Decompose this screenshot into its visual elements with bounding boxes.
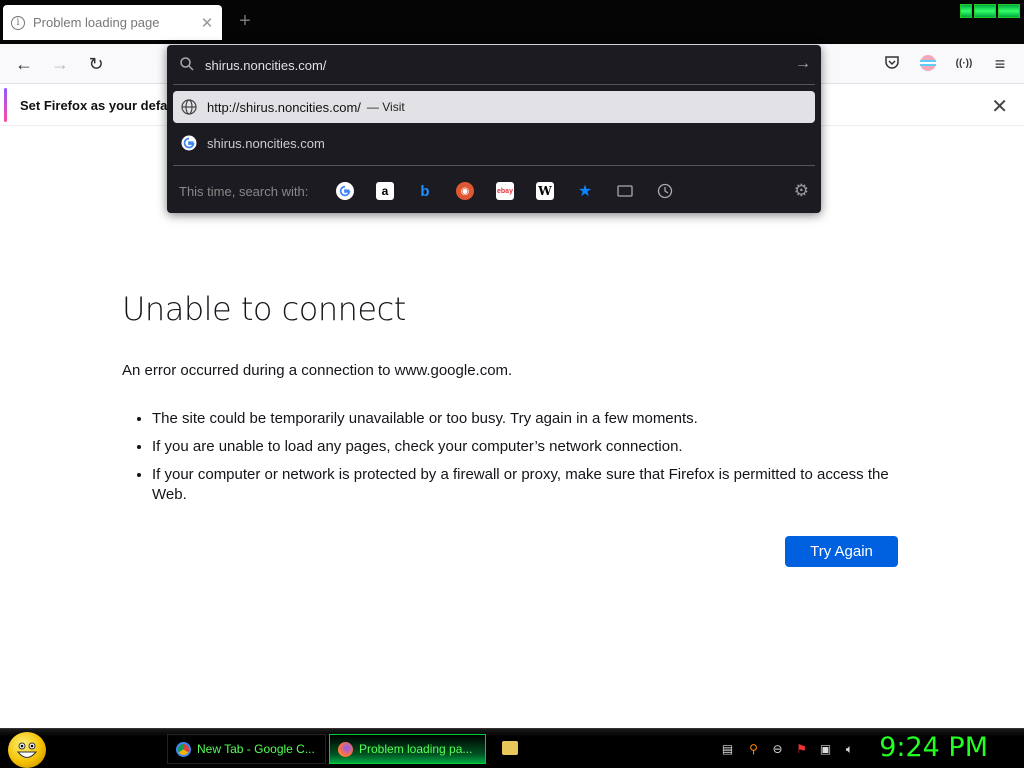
back-button[interactable]: ←: [12, 52, 36, 76]
bookmarks-star-icon[interactable]: ★: [576, 182, 594, 200]
magnifier-icon[interactable]: ⚲: [746, 742, 761, 757]
search-with-label: This time, search with:: [179, 184, 309, 199]
result-visit-url[interactable]: http://shirus.noncities.com/ — Visit: [173, 91, 815, 123]
wikipedia-engine-icon[interactable]: W: [536, 182, 554, 200]
tab-bar: i Problem loading page ✕ +: [0, 0, 1024, 44]
forward-button[interactable]: →: [48, 52, 72, 76]
firefox-icon: [338, 741, 353, 757]
volume-icon[interactable]: 🔈︎: [842, 742, 857, 757]
minus-circle-icon[interactable]: ⊖: [770, 742, 785, 757]
reload-button[interactable]: ↻: [84, 52, 108, 76]
result-text: shirus.noncities.com: [207, 135, 325, 151]
maximize-button[interactable]: [974, 4, 996, 18]
result-search-google[interactable]: shirus.noncities.com: [173, 127, 815, 159]
error-suggestions: The site could be temporarily unavailabl…: [122, 409, 902, 505]
folder-icon[interactable]: [502, 741, 518, 755]
url-input[interactable]: shirus.noncities.com/ →: [167, 45, 821, 85]
google-engine-icon[interactable]: [336, 182, 354, 200]
chrome-icon: [176, 741, 191, 757]
error-description: An error occurred during a connection to…: [122, 362, 513, 379]
screen: i Problem loading page ✕ + ← → ↻ ((·)) ≡…: [0, 0, 1024, 768]
list-item: If your computer or network is protected…: [152, 465, 902, 505]
start-button[interactable]: [8, 732, 46, 768]
notification-close-icon[interactable]: ✕: [991, 94, 1008, 119]
search-icon: [180, 57, 194, 71]
taskbar: New Tab - Google C... Problem loading pa…: [0, 728, 1024, 768]
extensions-icon[interactable]: ((·)): [954, 54, 974, 74]
result-url: http://shirus.noncities.com/: [207, 99, 361, 115]
tab-title: Problem loading page: [33, 15, 160, 30]
divider: [173, 165, 815, 166]
menu-icon[interactable]: ≡: [990, 54, 1010, 74]
url-text[interactable]: shirus.noncities.com/: [205, 58, 326, 73]
search-engines-row: This time, search with: a b ◉ ebay W ★ ⚙: [167, 173, 821, 209]
network-drive-icon[interactable]: ▤: [720, 742, 735, 757]
duckduckgo-engine-icon[interactable]: ◉: [456, 182, 474, 200]
tab-close-icon[interactable]: ✕: [200, 14, 214, 32]
error-title: Unable to connect: [122, 290, 406, 328]
smiley-icon: [16, 742, 38, 758]
flag-icon[interactable]: ⚑: [794, 742, 809, 757]
history-icon[interactable]: [656, 182, 674, 200]
google-icon: [181, 135, 197, 151]
task-label: New Tab - Google C...: [197, 742, 315, 756]
error-content: Unable to connect An error occurred duri…: [122, 290, 902, 513]
tabs-icon[interactable]: [616, 182, 634, 200]
list-item: The site could be temporarily unavailabl…: [152, 409, 902, 429]
ebay-engine-icon[interactable]: ebay: [496, 182, 514, 200]
minimize-button[interactable]: [960, 4, 972, 18]
info-icon: i: [11, 15, 25, 30]
taskbar-clock[interactable]: 9:24 PM: [879, 732, 988, 763]
task-chrome-new-tab[interactable]: New Tab - Google C...: [167, 734, 326, 764]
task-firefox-problem-loading[interactable]: Problem loading pa...: [329, 734, 486, 764]
notification-accent-stripe: [4, 88, 7, 122]
amazon-engine-icon[interactable]: a: [376, 182, 394, 200]
notification-message: Set Firefox as your default: [20, 98, 184, 113]
globe-icon: [181, 99, 197, 115]
go-arrow-icon[interactable]: →: [795, 55, 811, 73]
urlbar-popup: shirus.noncities.com/ → http://shirus.no…: [167, 45, 821, 213]
task-label: Problem loading pa...: [359, 742, 473, 756]
try-again-button[interactable]: Try Again: [785, 536, 898, 567]
network-icon[interactable]: ▣: [818, 742, 833, 757]
new-tab-button[interactable]: +: [234, 10, 256, 32]
result-action: — Visit: [366, 100, 405, 114]
bing-engine-icon[interactable]: b: [416, 182, 434, 200]
list-item: If you are unable to load any pages, che…: [152, 437, 902, 457]
gear-icon[interactable]: ⚙: [794, 181, 809, 201]
tab-problem-loading[interactable]: i Problem loading page ✕: [3, 5, 222, 40]
divider: [173, 84, 815, 85]
window-controls: [960, 4, 1020, 18]
account-icon[interactable]: [918, 54, 938, 74]
pocket-icon[interactable]: [882, 54, 902, 74]
close-window-button[interactable]: [998, 4, 1020, 18]
